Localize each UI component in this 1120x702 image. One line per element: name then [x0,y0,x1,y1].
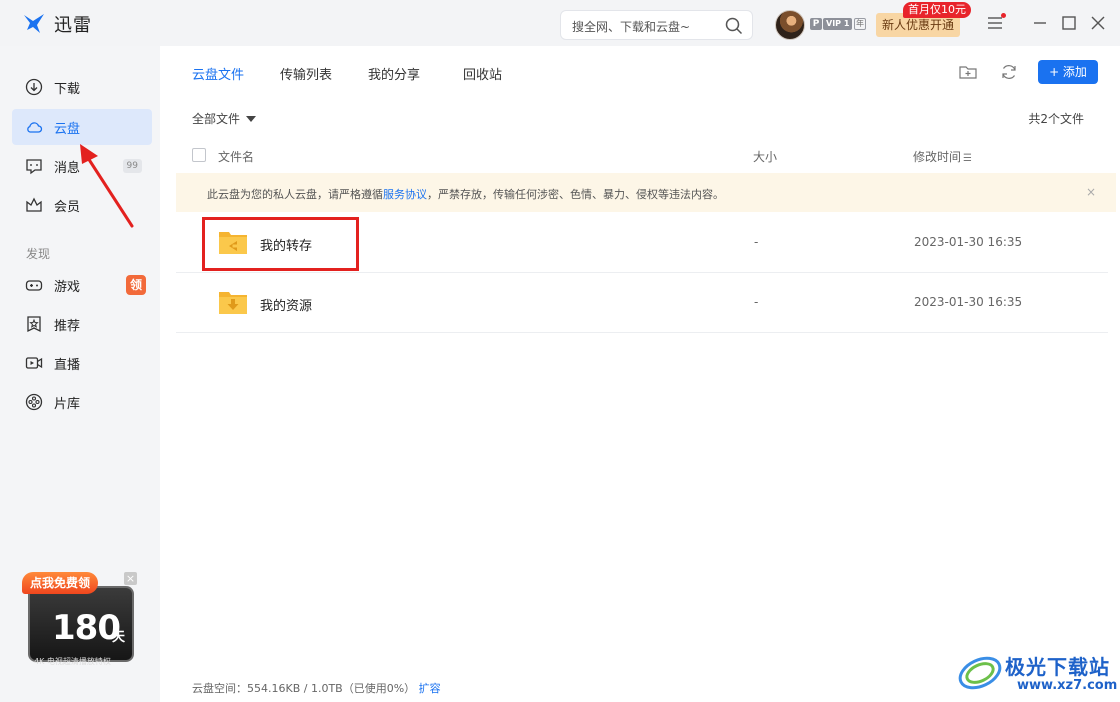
notice-text: 此云盘为您的私人云盘，请严格遵循服务协议，严禁存放，传输任何涉密、色情、暴力、侵… [207,186,724,202]
file-modified: 2023-01-30 16:35 [914,295,1023,309]
search-icon[interactable] [725,17,743,35]
sidebar-item-label: 片库 [54,397,81,412]
sidebar-item-recommend[interactable]: 推荐 [12,306,152,342]
sidebar-item-download[interactable]: 下载 [12,69,152,105]
new-folder-icon[interactable] [958,62,978,82]
add-button[interactable]: + 添加 [1038,60,1098,84]
sidebar-item-label: 直播 [54,358,81,373]
crown-icon [26,197,42,212]
refresh-icon[interactable] [999,62,1019,82]
film-reel-icon [25,393,43,411]
site-watermark: 极光下载站 www.xz7.com [957,648,1117,698]
minimize-icon[interactable] [1031,14,1049,32]
notice-text-before: 此云盘为您的私人云盘，请严格遵循 [207,188,383,201]
vip-level-badge: VIP 1 [823,18,853,30]
annotation-arrow [80,144,134,228]
storage-footer: 云盘空间：554.16KB / 1.0TB（已使用0%） 扩容 [192,680,441,696]
file-modified: 2023-01-30 16:35 [914,235,1023,249]
tab-recycle-bin[interactable]: 回收站 [463,64,502,83]
terms-notice-banner: 此云盘为您的私人云盘，请严格遵循服务协议，严禁存放，传输任何涉密、色情、暴力、侵… [176,173,1116,212]
caret-down-icon [246,116,257,122]
claim-badge: 领 [126,275,146,295]
year-badge: 年 [854,18,866,30]
sidebar-item-label: 游戏 [54,280,81,295]
column-header-modified-label: 修改时间 [913,150,962,164]
ad-subtitle: 4K 电视超清播放特权 [34,657,111,666]
download-icon [25,78,43,96]
star-box-icon [27,316,41,333]
file-size: - [754,235,759,249]
sidebar-item-live[interactable]: 直播 [12,345,152,381]
tab-transfer-list[interactable]: 传输列表 [280,64,332,83]
message-icon [26,159,42,175]
title-bar: 迅雷 搜全网、下载和云盘~ P VIP 1 年 新人优惠开通 首月仅10元 [0,0,1120,46]
tab-cloud-files[interactable]: 云盘文件 [192,64,244,83]
gamepad-icon [25,280,43,291]
ad-days-unit: 天 [112,630,126,645]
user-avatar[interactable] [775,10,805,40]
ad-card[interactable]: 180 天 4K 电视超清播放特权 [28,586,134,666]
watermark-name: 极光下载站 [1005,655,1110,679]
storage-usage: 云盘空间：554.16KB / 1.0TB（已使用0%） [192,682,416,695]
app-name: 迅雷 [54,15,92,36]
notification-dot [1001,13,1006,18]
column-header-modified[interactable]: 修改时间 ☰ [913,148,972,165]
xunlei-logo-icon [24,14,44,33]
search-box[interactable]: 搜全网、下载和云盘~ [560,10,753,40]
file-count: 共2个文件 [1028,112,1084,126]
download-folder-icon [219,292,247,314]
sidebar-item-games[interactable]: 游戏 领 [12,267,152,303]
live-video-icon [25,357,43,369]
service-agreement-link[interactable]: 服务协议 [383,188,427,201]
promo-ad-banner[interactable]: 180 天 4K 电视超清播放特权 点我免费领 × [22,572,140,667]
file-name[interactable]: 我的资源 [260,295,312,314]
file-row[interactable]: 我的资源 - 2023-01-30 16:35 [176,273,1108,333]
sidebar-item-library[interactable]: 片库 [12,384,152,420]
expand-storage-link[interactable]: 扩容 [419,682,441,695]
search-input[interactable]: 搜全网、下载和云盘~ [572,18,690,35]
sort-icon[interactable]: ☰ [963,153,972,164]
file-size: - [754,295,759,309]
close-icon[interactable] [1089,14,1107,32]
watermark-logo-icon [958,656,1002,690]
select-all-checkbox[interactable] [192,148,206,162]
highlight-annotation-box [202,217,359,271]
ad-days-number: 180 [52,608,121,648]
column-header-size[interactable]: 大小 [753,148,777,165]
tab-my-shares[interactable]: 我的分享 [368,64,420,83]
maximize-icon[interactable] [1060,14,1078,32]
column-header-name[interactable]: 文件名 [218,148,254,165]
discover-section-title: 发现 [26,247,51,261]
cloud-icon [27,122,43,133]
notice-text-after: ，严禁存放，传输任何涉密、色情、暴力、侵权等违法内容。 [427,188,724,201]
promo-price-tag: 首月仅10元 [903,2,971,18]
ad-close-icon[interactable]: × [124,572,137,585]
file-filter-dropdown[interactable]: 全部文件 [192,110,257,127]
sidebar-item-label: 云盘 [54,122,81,137]
sidebar-item-label: 下载 [54,82,81,97]
p-badge: P [810,18,822,30]
ad-claim-tag: 点我免费领 [22,572,99,594]
sidebar-item-label: 推荐 [54,319,81,334]
watermark-url: www.xz7.com [1017,678,1118,693]
filter-label: 全部文件 [192,112,241,126]
notice-close-icon[interactable]: × [1086,185,1096,199]
